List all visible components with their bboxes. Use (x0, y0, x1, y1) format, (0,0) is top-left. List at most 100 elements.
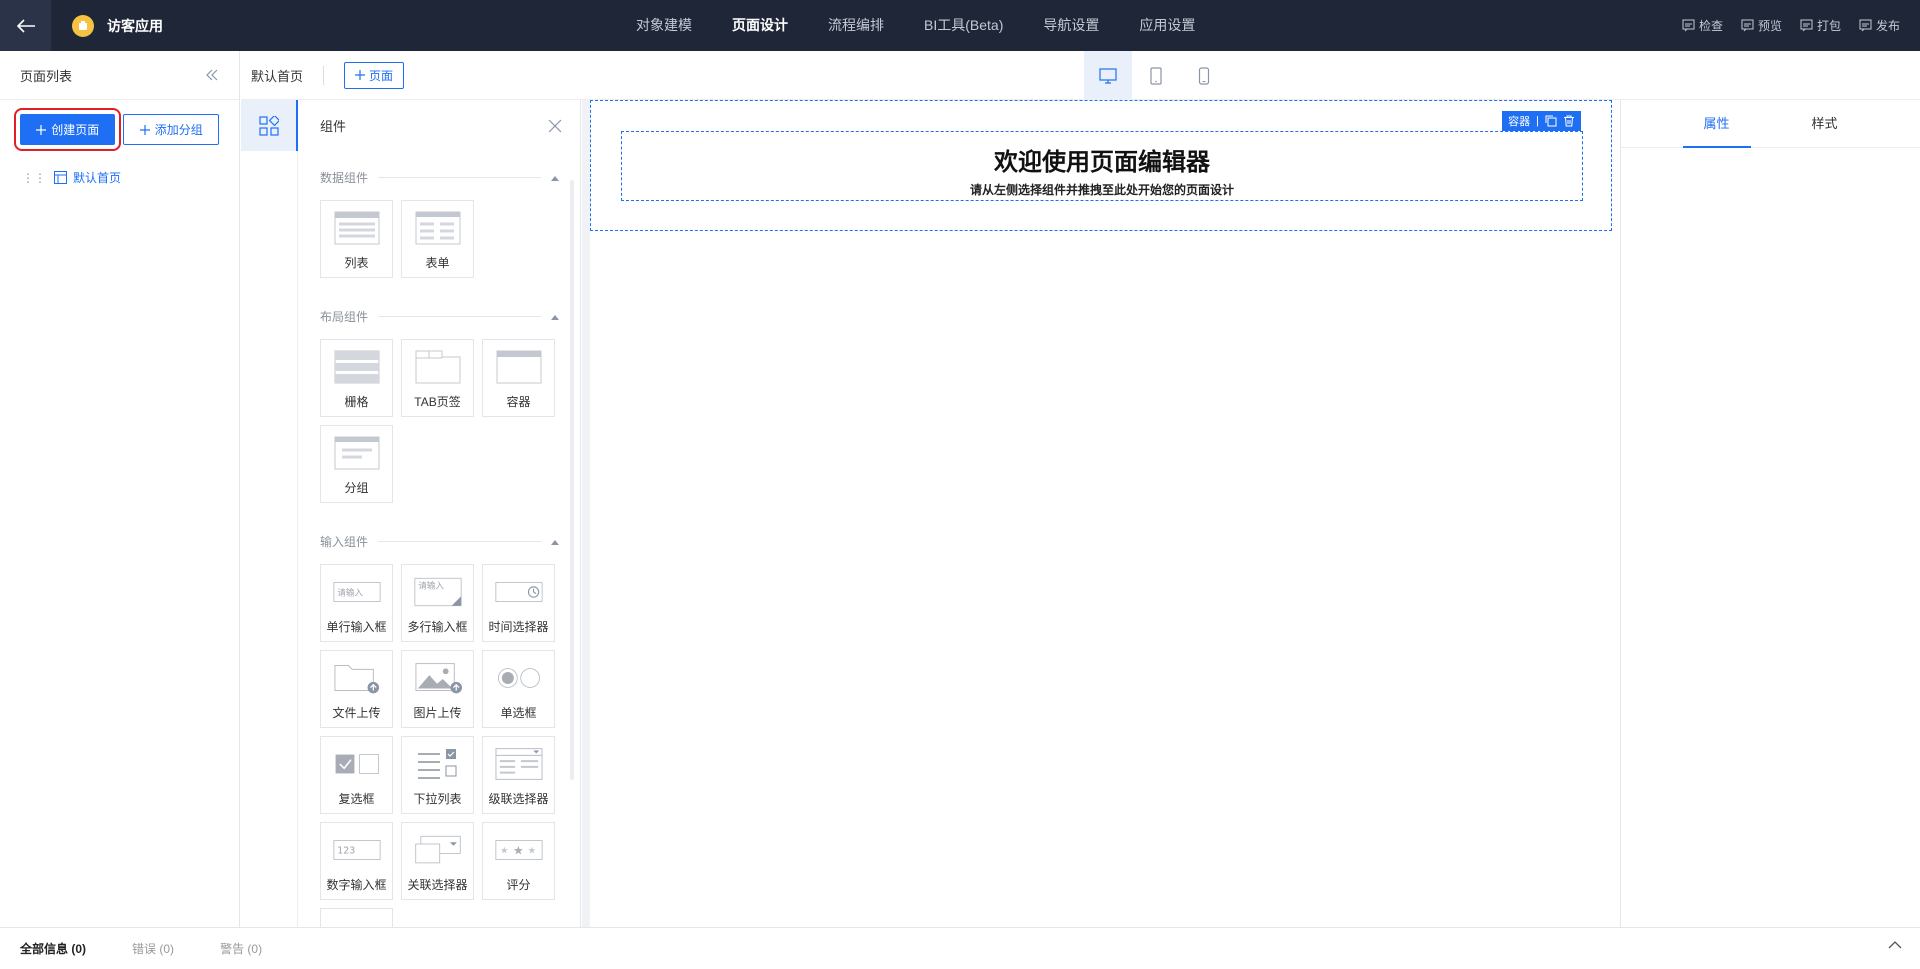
drag-handle-icon[interactable]: ⋮⋮ (22, 171, 46, 185)
container-component[interactable]: 容器 | 欢迎使用页面编辑器 请从左侧选择组件并推拽至此处开始您的页面设计 (590, 100, 1612, 231)
component-tab[interactable]: TAB页签 (401, 339, 474, 417)
nav-navigation-settings[interactable]: 导航设置 (1023, 0, 1119, 51)
component-form[interactable]: 表单 (401, 200, 474, 278)
grid-icon (334, 350, 379, 384)
tab-styles[interactable]: 样式 (1791, 100, 1859, 148)
preview-icon (1741, 19, 1754, 32)
component-label: 列表 (344, 256, 369, 270)
plus-icon (355, 70, 366, 80)
group-title-data[interactable]: 数据组件 (299, 169, 580, 186)
input-placeholder-text: 请输入 (337, 586, 363, 598)
group-title-label: 输入组件 (320, 535, 369, 549)
tab-default-home[interactable]: 默认首页 (251, 65, 325, 85)
components-strip-button[interactable] (241, 100, 298, 151)
tab-properties[interactable]: 属性 (1682, 100, 1751, 148)
component-checkbox[interactable]: 复选框 (320, 736, 393, 814)
checkbox-icon (335, 754, 379, 774)
component-cascader[interactable]: 级联选择器 (482, 736, 555, 814)
publish-label: 发布 (1875, 19, 1900, 33)
component-label: 数字输入框 (326, 878, 387, 892)
check-button[interactable]: 检查 (1682, 17, 1723, 34)
device-mobile[interactable] (1180, 51, 1228, 100)
component-time-picker[interactable]: 时间选择器 (482, 564, 555, 642)
device-tablet[interactable] (1132, 51, 1180, 100)
group-icon (334, 436, 379, 470)
nav-bi-tools[interactable]: BI工具(Beta) (904, 0, 1023, 51)
component-dropdown[interactable]: 下拉列表 (401, 736, 474, 814)
caret-up-icon (551, 539, 559, 545)
add-page-tab-label: 页面 (369, 68, 394, 83)
component-rating[interactable]: ★ ★ ★ 评分 (482, 822, 555, 900)
welcome-block[interactable]: 欢迎使用页面编辑器 请从左侧选择组件并推拽至此处开始您的页面设计 (621, 131, 1583, 201)
radio-icon (497, 668, 540, 688)
delete-icon[interactable] (1563, 115, 1575, 127)
tab-all-messages[interactable]: 全部信息 (0) (20, 940, 86, 957)
component-image-upload[interactable]: 图片上传 (401, 650, 474, 728)
component-list[interactable]: 列表 (320, 200, 393, 278)
nav-flow-orchestration[interactable]: 流程编排 (808, 0, 904, 51)
component-number-input[interactable]: 123 数字输入框 (320, 822, 393, 900)
group-title-input[interactable]: 输入组件 (299, 533, 580, 550)
preview-button[interactable]: 预览 (1741, 17, 1782, 34)
component-grid[interactable]: 栅格 (320, 339, 393, 417)
add-page-tab-button[interactable]: 页面 (344, 61, 405, 89)
form-icon (415, 211, 460, 245)
component-more[interactable] (320, 908, 393, 927)
layout-components-grid: 栅格 TAB页签 容器 分组 (299, 339, 580, 503)
app-logo (72, 14, 94, 37)
page-list-buttons: 创建页面 添加分组 (0, 100, 239, 159)
package-label: 打包 (1816, 19, 1841, 33)
components-icon (258, 115, 279, 136)
image-upload-icon (414, 663, 462, 694)
canvas-page[interactable]: 容器 | 欢迎使用页面编辑器 请从左侧选择组件并推拽至此处开始您的页面设计 (590, 100, 1620, 927)
component-label: 评分 (506, 878, 531, 892)
components-scrollbar[interactable] (570, 180, 574, 780)
tab-errors[interactable]: 错误 (0) (132, 940, 174, 957)
component-file-upload[interactable]: 文件上传 (320, 650, 393, 728)
mobile-icon (1198, 66, 1210, 85)
top-actions: 检查 预览 打包 发布 (1664, 0, 1900, 51)
copy-icon[interactable] (1545, 115, 1557, 127)
group-divider (378, 316, 541, 317)
back-button[interactable] (0, 0, 51, 51)
arrow-left-icon (16, 18, 35, 33)
collapse-double-left-icon[interactable] (205, 68, 219, 82)
add-group-label: 添加分组 (154, 123, 203, 137)
device-desktop[interactable] (1084, 51, 1132, 100)
create-page-label: 创建页面 (51, 123, 100, 137)
add-group-button[interactable]: 添加分组 (123, 114, 219, 145)
component-label: 容器 (506, 395, 531, 409)
component-label: 下拉列表 (413, 792, 462, 806)
page-list-title: 页面列表 (20, 68, 73, 84)
nav-app-settings[interactable]: 应用设置 (1119, 0, 1215, 51)
component-container[interactable]: 容器 (482, 339, 555, 417)
publish-button[interactable]: 发布 (1859, 17, 1900, 34)
component-label: 单行输入框 (326, 620, 387, 634)
components-header: 组件 (299, 100, 580, 151)
create-page-button[interactable]: 创建页面 (13, 108, 122, 151)
component-radio[interactable]: 单选框 (482, 650, 555, 728)
component-single-input[interactable]: 请输入 单行输入框 (320, 564, 393, 642)
component-label: 栅格 (344, 395, 369, 409)
group-title-layout[interactable]: 布局组件 (299, 308, 580, 325)
close-icon[interactable] (548, 119, 562, 133)
page-item-label: 默认首页 (73, 171, 122, 185)
main-nav: 对象建模 页面设计 流程编排 BI工具(Beta) 导航设置 应用设置 (616, 0, 1215, 51)
nav-page-design[interactable]: 页面设计 (712, 0, 808, 51)
components-title: 组件 (320, 119, 347, 134)
group-divider (378, 541, 541, 542)
publish-icon (1859, 19, 1872, 32)
component-label: 图片上传 (413, 706, 462, 720)
plus-icon (139, 124, 150, 135)
component-relation-select[interactable]: 关联选择器 (401, 822, 474, 900)
chevron-up-icon[interactable] (1888, 940, 1902, 950)
nav-object-modeling[interactable]: 对象建模 (616, 0, 712, 51)
page-list-panel: 页面列表 创建页面 添加分组 ⋮⋮ 默认首页 (0, 51, 240, 927)
caret-up-icon (551, 175, 559, 181)
page-item-default-home[interactable]: ⋮⋮ 默认首页 (0, 159, 239, 196)
welcome-subtitle: 请从左侧选择组件并推拽至此处开始您的页面设计 (969, 183, 1234, 197)
tab-warnings[interactable]: 警告 (0) (220, 940, 262, 957)
package-button[interactable]: 打包 (1800, 17, 1841, 34)
component-textarea[interactable]: 请输入 多行输入框 (401, 564, 474, 642)
component-group[interactable]: 分组 (320, 425, 393, 503)
